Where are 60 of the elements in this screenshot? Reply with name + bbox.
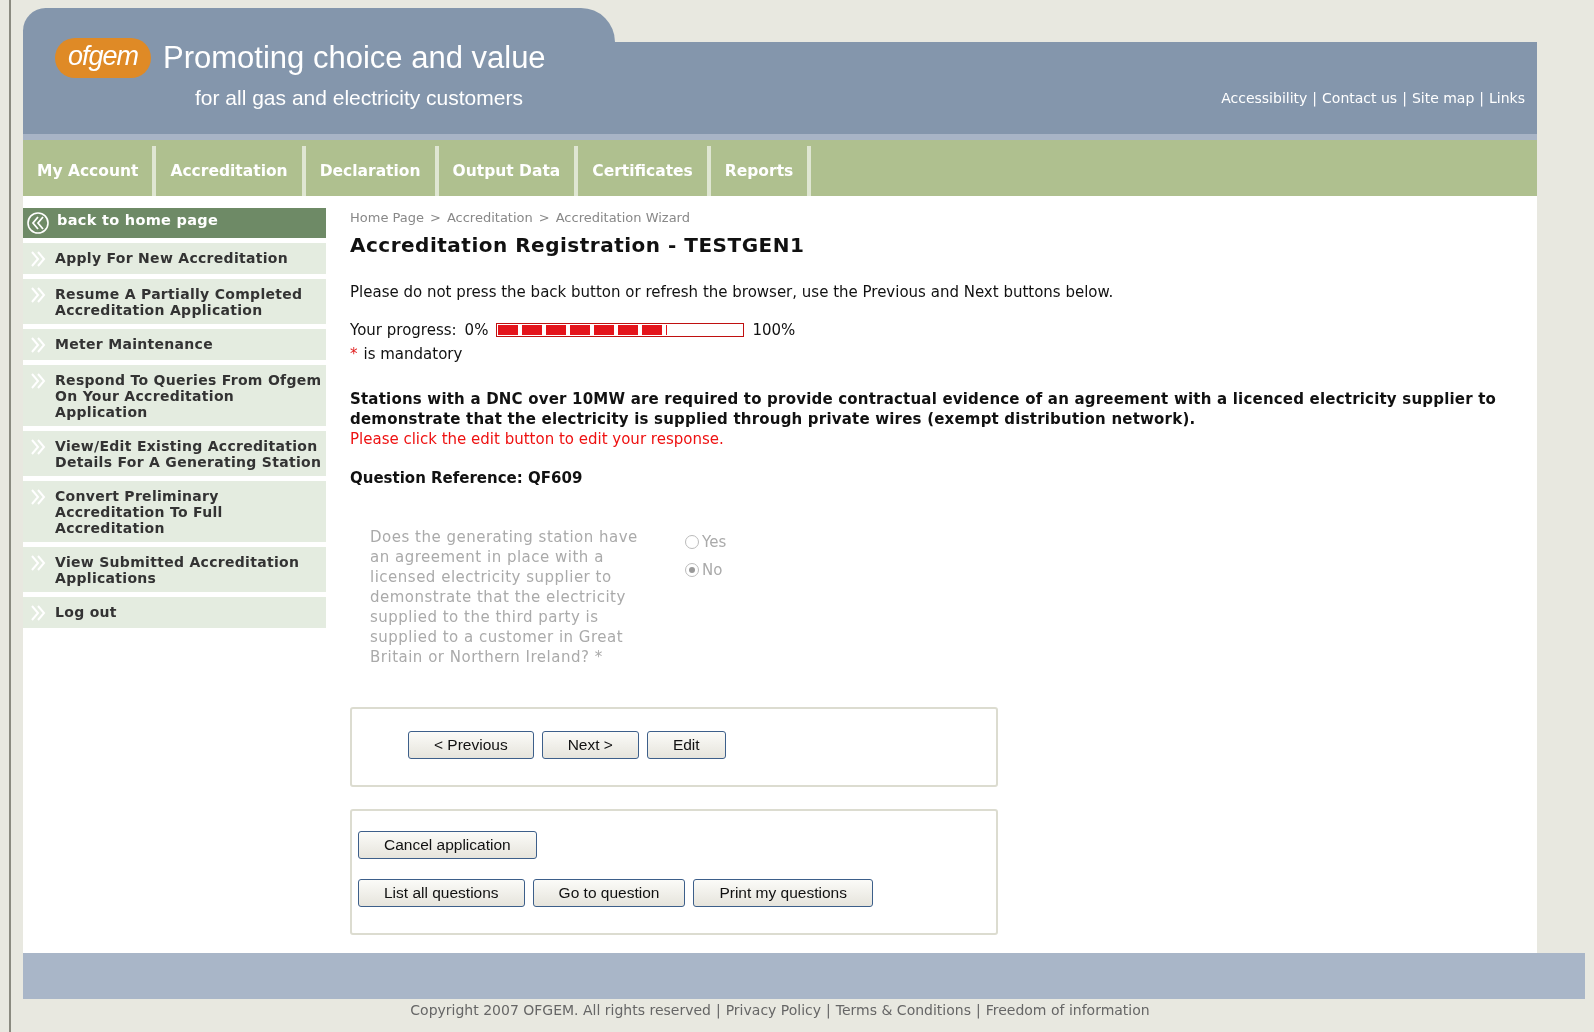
sidebar-item[interactable]: Respond To Queries From Ofgem On Your Accreditation Application xyxy=(23,365,326,426)
progress-label: Your progress: xyxy=(350,321,457,339)
chevron-icon xyxy=(29,604,47,622)
radio-label: No xyxy=(702,561,723,579)
sidebar-item[interactable]: Log out xyxy=(23,597,326,628)
form-button[interactable]: Cancel application xyxy=(358,831,537,859)
breadcrumb-link[interactable]: Home Page xyxy=(350,210,424,225)
form-button[interactable]: Print my questions xyxy=(693,879,873,907)
link-separator: | xyxy=(1402,90,1407,106)
footer-link[interactable]: Freedom of information xyxy=(985,1002,1150,1018)
chevron-icon xyxy=(29,554,47,572)
progress-end: 100% xyxy=(752,321,796,339)
link-separator: | xyxy=(1479,90,1485,106)
breadcrumb-link[interactable]: Accreditation xyxy=(446,210,533,225)
form-button[interactable]: < Previous xyxy=(408,731,534,759)
mandatory-mark: * xyxy=(350,345,358,363)
radio-label: Yes xyxy=(702,533,727,551)
chevron-icon xyxy=(29,372,47,390)
sidebar-item[interactable]: Convert Preliminary Accreditation To Full Accreditation xyxy=(23,481,326,542)
chevron-icon xyxy=(29,250,47,268)
copyright-text: Copyright 2007 OFGEM. All rights reserved xyxy=(410,1002,711,1018)
form-button[interactable]: Go to question xyxy=(532,879,686,907)
back-link[interactable]: back to home page xyxy=(23,208,326,238)
link-separator: | xyxy=(975,1002,981,1018)
instruction-text: Please do not press the back button or refresh the browser, use the Previous and Next buttons below. xyxy=(350,283,1115,301)
sidebar-item[interactable]: View Submitted Accreditation Applications xyxy=(23,547,326,592)
back-chevrons-icon xyxy=(27,212,49,234)
notice-text: Stations with a DNC over 10MW are required to provide contractual evidence of an agreement with a licenced electricity supplier to demonstrate that the electricity is supplied through private wires (exempt distribution network). xyxy=(350,389,1498,429)
header-link[interactable]: Links xyxy=(1489,90,1525,106)
link-separator: | xyxy=(826,1002,831,1018)
progress-start: 0% xyxy=(464,321,489,339)
sidebar-item[interactable]: Meter Maintenance xyxy=(23,329,326,360)
header-link[interactable]: Site map xyxy=(1411,90,1475,106)
header-title: Promoting choice and value xyxy=(163,40,546,76)
chevron-icon xyxy=(29,438,47,456)
question-reference: Question Reference: QF609 xyxy=(350,469,584,487)
page-title: Accreditation Registration - TESTGEN1 xyxy=(350,233,806,257)
breadcrumb-link[interactable]: Accreditation Wizard xyxy=(555,210,690,225)
mandatory-note: is mandatory xyxy=(363,345,463,363)
form-button[interactable]: Next > xyxy=(541,731,639,759)
edit-hint: Please click the edit button to edit your response. xyxy=(350,429,725,449)
breadcrumb-separator: > xyxy=(538,210,550,225)
form-button[interactable]: Edit xyxy=(646,731,726,759)
header-link[interactable]: Accessibility xyxy=(1221,90,1308,106)
breadcrumb-separator: > xyxy=(430,210,441,225)
form-button[interactable]: List all questions xyxy=(358,879,525,907)
sidebar-item[interactable]: View/Edit Existing Accreditation Details For A Generating Station xyxy=(23,431,326,476)
footer-link[interactable]: Privacy Policy xyxy=(725,1002,822,1018)
chevron-icon xyxy=(29,488,47,506)
header-subtitle: for all gas and electricity customers xyxy=(195,86,524,110)
logo[interactable]: ofgem xyxy=(55,38,152,78)
header-link[interactable]: Contact us xyxy=(1322,90,1398,106)
question-text: Does the generating station have an agreement in place with a licensed electricity supplier to demonstrate that the electricity supplied to the third party is supplied to a customer in Great Britain or Northern Ireland? * xyxy=(370,527,639,667)
chevron-icon xyxy=(29,336,47,354)
sidebar-item[interactable]: Resume A Partially Completed Accreditation Application xyxy=(23,279,326,324)
link-separator: | xyxy=(1312,90,1318,106)
footer-link[interactable]: Terms & Conditions xyxy=(835,1002,971,1018)
link-separator: | xyxy=(715,1002,721,1018)
sidebar-item[interactable]: Apply For New Accreditation xyxy=(23,243,326,274)
chevron-icon xyxy=(29,286,47,304)
